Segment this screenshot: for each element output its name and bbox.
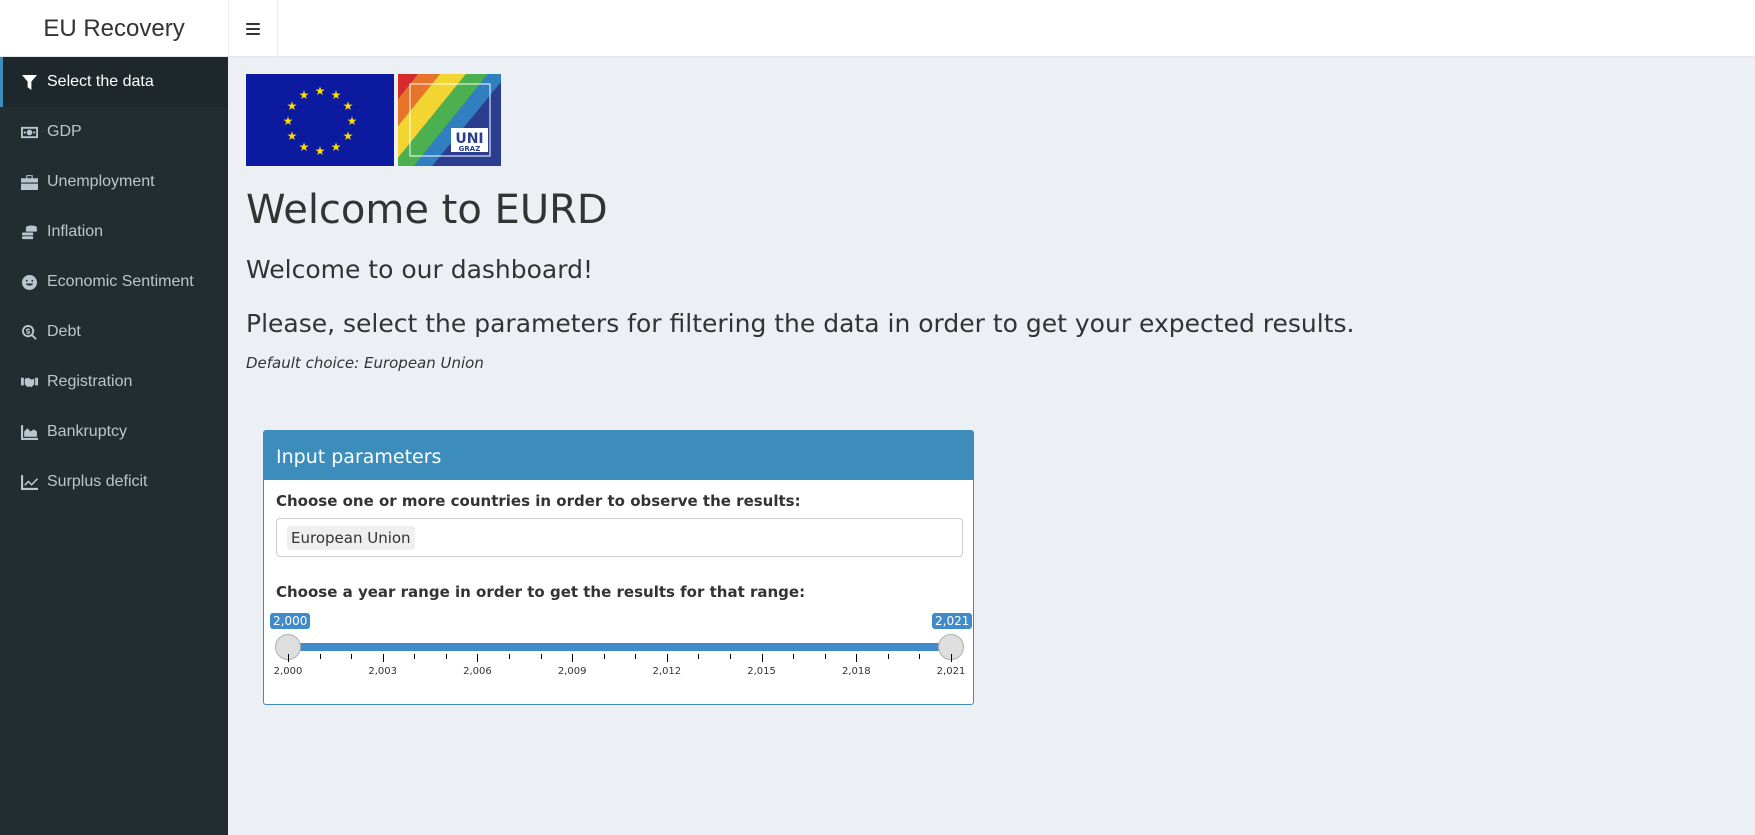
sidebar-item-label: Inflation: [47, 223, 104, 240]
briefcase-icon: [20, 174, 38, 190]
slider-minor-tick: [635, 654, 637, 659]
sidebar-item-label: GDP: [47, 123, 82, 140]
svg-text:★: ★: [315, 144, 326, 158]
search-dollar-icon: [20, 324, 38, 340]
sidebar-item-gdp[interactable]: GDP: [0, 107, 228, 157]
slider-tick-label: 2,000: [273, 666, 303, 677]
sidebar-item-select-data[interactable]: Select the data: [0, 57, 228, 107]
slider-major-tick: [288, 654, 289, 662]
instruction-text: Please, select the parameters for filter…: [246, 309, 1355, 338]
sidebar-item-registration[interactable]: Registration: [0, 357, 228, 407]
money-icon: [20, 124, 38, 140]
slider-minor-tick: [793, 654, 795, 659]
slider-from-value: 2,000: [270, 613, 311, 629]
hamburger-icon: [246, 22, 260, 35]
app-title[interactable]: EU Recovery: [0, 0, 228, 57]
sidebar-item-bankruptcy[interactable]: Bankruptcy: [0, 407, 228, 457]
slider-minor-tick: [509, 654, 510, 659]
sidebar-item-label: Economic Sentiment: [47, 273, 194, 290]
slider-minor-tick: [414, 654, 416, 659]
slider-tick-label: 2,003: [368, 666, 398, 677]
svg-text:★: ★: [347, 114, 358, 128]
slider-minor-tick: [730, 654, 731, 659]
sidebar-item-label: Registration: [47, 373, 133, 390]
slider-tick-label: 2,015: [747, 666, 776, 677]
slider-minor-tick: [887, 654, 889, 659]
sidebar-toggle-button[interactable]: [228, 0, 278, 57]
year-range-slider[interactable]: 2,000 2,021 2,000 2,003 2,006 2,009 2,012 2,0…: [270, 613, 973, 683]
slider-major-tick: [761, 654, 763, 662]
sidebar-item-economic-sentiment[interactable]: Economic Sentiment: [0, 257, 228, 307]
countries-label: Choose one or more countries in order to…: [276, 492, 801, 510]
sidebar: Select the data GDP Unemployment Inflati…: [0, 57, 228, 835]
sidebar-item-label: Select the data: [47, 73, 154, 90]
slider-major-tick: [382, 654, 384, 662]
slider-minor-tick: [824, 654, 826, 659]
sidebar-item-surplus-deficit[interactable]: Surplus deficit: [0, 457, 228, 507]
slider-tick-label: 2,006: [463, 666, 492, 677]
graz-logo-text: GRAZ: [459, 145, 481, 153]
slider-to-value: 2,021: [932, 613, 973, 629]
svg-text:★: ★: [299, 140, 310, 154]
page-title: Welcome to EURD: [246, 187, 608, 233]
smile-icon: [20, 274, 38, 290]
sidebar-item-label: Unemployment: [47, 173, 155, 190]
area-chart-icon: [20, 424, 38, 440]
countries-select[interactable]: European Union: [276, 518, 963, 557]
slider-ticks: 2,000 2,003 2,006 2,009 2,012 2,015 2,018 2,021: [273, 651, 966, 681]
slider-major-tick: [856, 654, 858, 662]
coins-icon: [20, 224, 38, 240]
slider-major-tick: [951, 654, 952, 662]
uni-graz-logo: UNI GRAZ: [398, 74, 501, 166]
slider-major-tick: [572, 654, 574, 662]
slider-major-tick: [477, 654, 479, 662]
sidebar-item-label: Bankruptcy: [47, 423, 128, 440]
sidebar-item-unemployment[interactable]: Unemployment: [0, 157, 228, 207]
handshake-icon: [20, 374, 38, 390]
slider-minor-tick: [603, 654, 605, 659]
svg-text:★: ★: [315, 84, 326, 98]
sidebar-item-inflation[interactable]: Inflation: [0, 207, 228, 257]
sidebar-item-debt[interactable]: Debt: [0, 307, 228, 357]
main-content: ★ ★ ★ ★ ★ ★ ★ ★ ★ ★ ★ ★ UNI GRAZ Welcome…: [228, 57, 1755, 835]
svg-text:★: ★: [287, 99, 298, 113]
sidebar-item-label: Debt: [47, 323, 81, 340]
year-range-label: Choose a year range in order to get the …: [276, 583, 806, 601]
line-chart-icon: [20, 474, 38, 490]
slider-major-tick: [666, 654, 668, 662]
slider-minor-tick: [319, 654, 321, 659]
box-title: Input parameters: [264, 433, 973, 480]
svg-text:★: ★: [283, 114, 294, 128]
logos-row: ★ ★ ★ ★ ★ ★ ★ ★ ★ ★ ★ ★ UNI GRAZ: [246, 74, 501, 166]
slider-tick-label: 2,021: [936, 666, 966, 677]
slider-tick-label: 2,018: [841, 666, 871, 677]
sidebar-item-label: Surplus deficit: [47, 473, 148, 490]
svg-text:★: ★: [331, 88, 342, 102]
top-header: EU Recovery: [0, 0, 1755, 57]
page-subtitle: Welcome to our dashboard!: [246, 255, 593, 284]
eu-flag-logo: ★ ★ ★ ★ ★ ★ ★ ★ ★ ★ ★ ★: [246, 74, 394, 166]
selected-country-chip[interactable]: European Union: [287, 525, 415, 550]
slider-selected-bar[interactable]: [288, 643, 951, 651]
svg-text:★: ★: [331, 140, 342, 154]
slider-tick-label: 2,009: [557, 666, 587, 677]
box-body: Choose one or more countries in order to…: [264, 480, 973, 677]
slider-minor-tick: [351, 654, 353, 659]
svg-text:★: ★: [343, 99, 354, 113]
input-parameters-box: Input parameters Choose one or more coun…: [263, 430, 974, 705]
svg-text:★: ★: [299, 88, 310, 102]
default-choice-note: Default choice: European Union: [246, 354, 484, 372]
filter-icon: [20, 74, 38, 90]
slider-minor-tick: [919, 654, 921, 659]
slider-minor-tick: [445, 654, 447, 659]
slider-minor-tick: [698, 654, 700, 659]
slider-minor-tick: [540, 654, 542, 659]
slider-tick-label: 2,012: [652, 666, 682, 677]
svg-text:★: ★: [287, 129, 298, 143]
svg-text:★: ★: [343, 129, 354, 143]
